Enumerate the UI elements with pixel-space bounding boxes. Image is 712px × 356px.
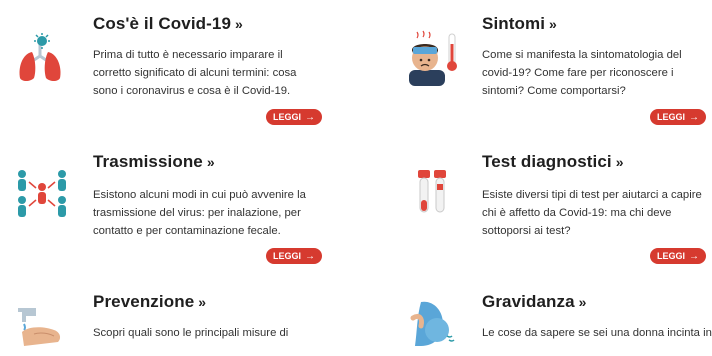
read-button-covid[interactable]: LEGGI → xyxy=(266,109,322,125)
card-title-trasmissione[interactable]: Trasmissione» xyxy=(93,152,215,172)
arrow-right-icon: → xyxy=(305,112,315,123)
read-button-sintomi[interactable]: LEGGI → xyxy=(650,109,706,125)
people-transmission-icon xyxy=(14,166,70,222)
read-button-test[interactable]: LEGGI → xyxy=(650,248,706,264)
read-button-trasmissione[interactable]: LEGGI → xyxy=(266,248,322,264)
card-description-covid: Prima di tutto è necessario imparare il … xyxy=(93,49,297,97)
chevron-right-icon: » xyxy=(198,294,207,310)
arrow-right-icon: → xyxy=(305,251,315,262)
card-title-prevenzione[interactable]: Prevenzione» xyxy=(93,292,206,312)
chevron-right-icon: » xyxy=(615,154,624,170)
lungs-virus-icon xyxy=(14,32,70,88)
arrow-right-icon: → xyxy=(689,112,699,123)
chevron-right-icon: » xyxy=(235,16,243,32)
chevron-right-icon: » xyxy=(549,16,557,32)
chevron-right-icon: » xyxy=(206,154,215,170)
card-description-gravidanza: Le cose da sapere se sei una donna incin… xyxy=(482,327,712,339)
fever-thermometer-icon xyxy=(403,30,459,86)
card-description-test: Esiste diversi tipi di test per aiutarci… xyxy=(482,189,702,237)
hand-washing-icon xyxy=(14,300,70,356)
card-description-sintomi: Come si manifesta la sintomatologia del … xyxy=(482,49,682,97)
card-title-gravidanza[interactable]: Gravidanza» xyxy=(482,292,587,312)
card-title-sintomi[interactable]: Sintomi» xyxy=(482,14,557,34)
card-title-covid[interactable]: Cos'è il Covid-19» xyxy=(93,14,243,34)
arrow-right-icon: → xyxy=(689,251,699,262)
chevron-right-icon: » xyxy=(578,294,587,310)
pregnant-woman-icon xyxy=(403,296,459,352)
card-description-trasmissione: Esistono alcuni modi in cui può avvenire… xyxy=(93,189,306,237)
test-tubes-icon xyxy=(403,166,459,222)
card-title-test[interactable]: Test diagnostici» xyxy=(482,152,624,172)
card-description-prevenzione: Scopri quali sono le principali misure d… xyxy=(93,327,289,339)
